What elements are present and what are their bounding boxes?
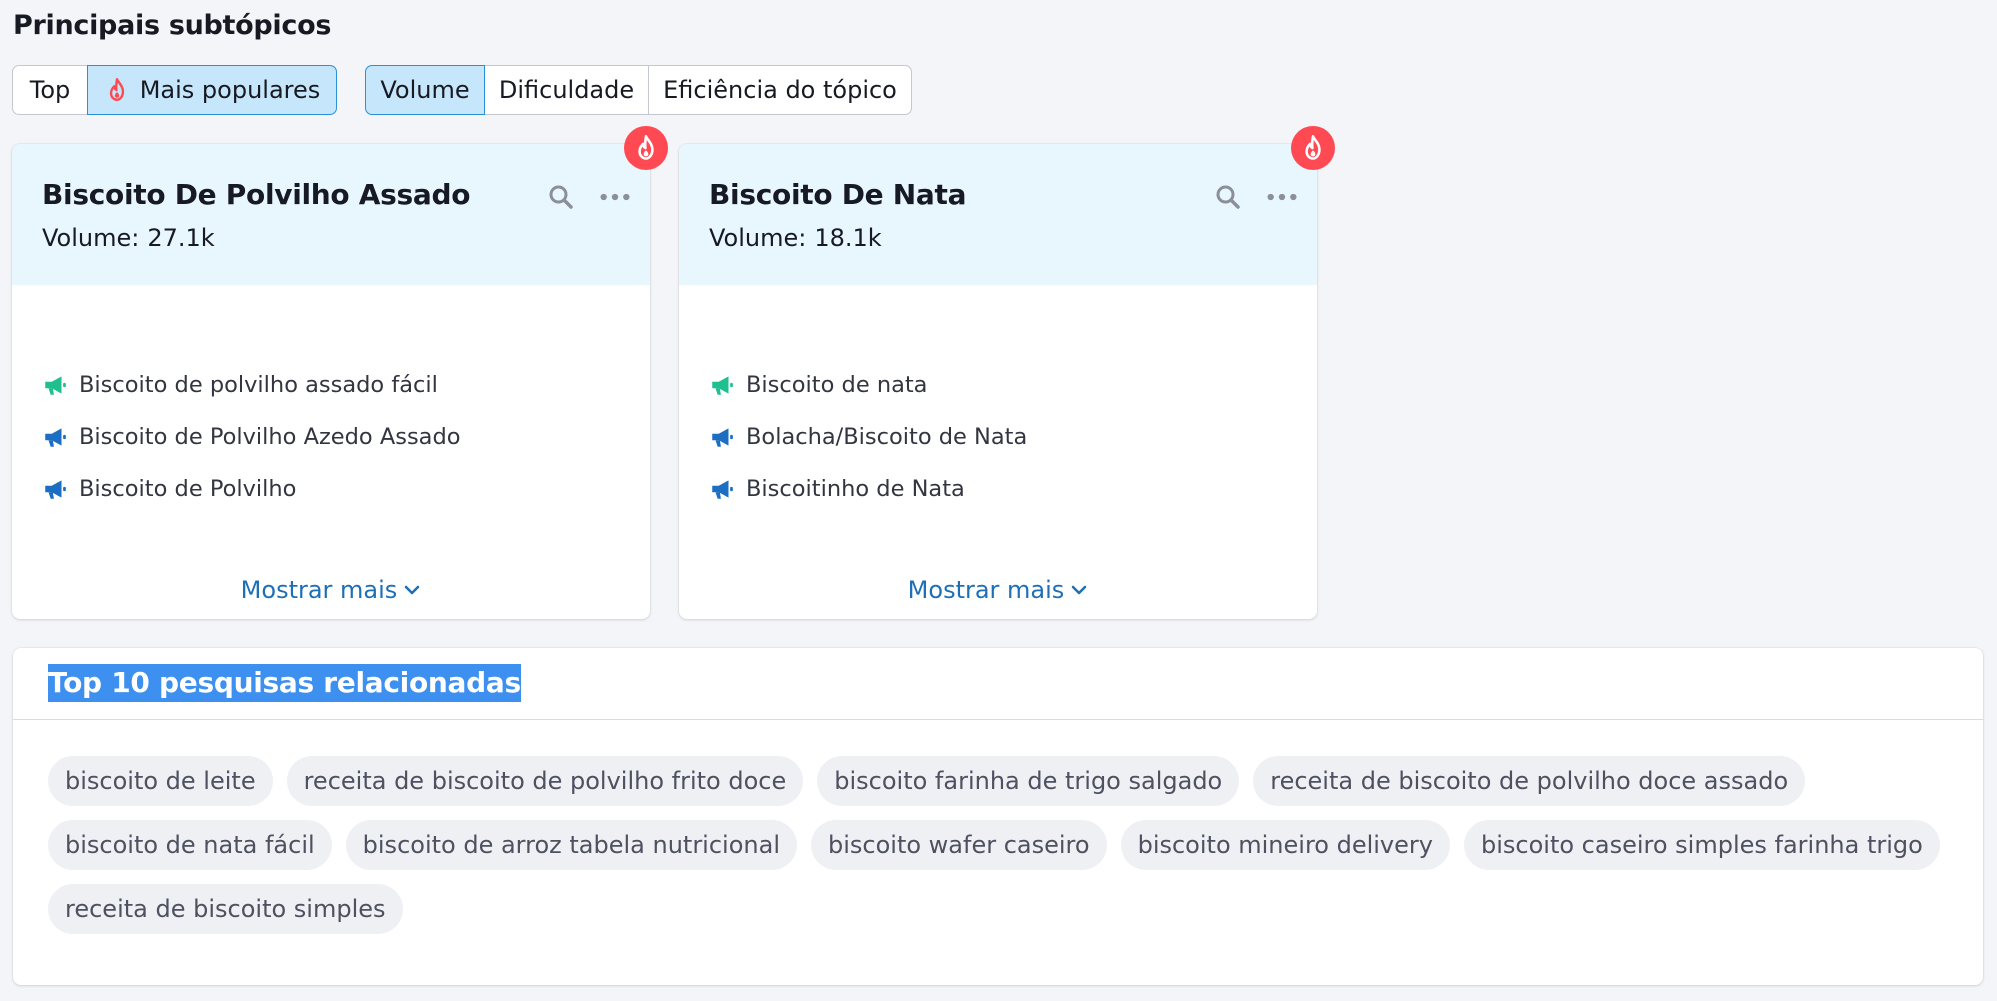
page: Principais subtópicos Top Mais populares… — [0, 0, 1997, 1001]
more-options-icon[interactable] — [598, 182, 632, 212]
related-searches-panel: Top 10 pesquisas relacionadas biscoito d… — [13, 648, 1983, 985]
card-volume: Volume: 18.1k — [709, 224, 882, 252]
tab-top-label: Top — [29, 76, 71, 104]
related-searches-header: Top 10 pesquisas relacionadas — [13, 648, 1983, 720]
sort-tabs: Top Mais populares — [12, 65, 337, 115]
show-more-button[interactable]: Mostrar mais — [12, 576, 650, 604]
page-title: Principais subtópicos — [13, 10, 332, 41]
card-volume: Volume: 27.1k — [42, 224, 215, 252]
search-tag[interactable]: biscoito de nata fácil — [48, 820, 332, 870]
show-more-label: Mostrar mais — [240, 576, 398, 604]
list-item-label: Biscoito de nata — [746, 372, 928, 398]
list-item-label: Biscoito de Polvilho — [79, 476, 297, 502]
tab-volume-label: Volume — [380, 76, 470, 104]
list-item[interactable]: Biscoito de nata — [709, 359, 1027, 411]
search-tag[interactable]: biscoito farinha de trigo salgado — [817, 756, 1240, 806]
search-tag[interactable]: biscoito wafer caseiro — [810, 820, 1107, 870]
card-title: Biscoito De Nata — [709, 178, 967, 211]
flame-icon — [1305, 135, 1321, 160]
search-tag[interactable]: biscoito de arroz tabela nutricional — [345, 820, 797, 870]
flame-icon — [109, 77, 124, 101]
card-header: Biscoito De Polvilho Assado Volume: 27.1k — [12, 144, 650, 285]
subtopic-card: Biscoito De Polvilho Assado Volume: 27.1k — [12, 126, 668, 619]
tab-volume[interactable]: Volume — [365, 65, 485, 115]
tab-top[interactable]: Top — [12, 65, 88, 115]
tab-eficiencia-label: Eficiência do tópico — [663, 76, 897, 104]
related-searches-tags: biscoito de leite receita de biscoito de… — [48, 756, 1948, 934]
chevron-down-icon — [405, 585, 420, 595]
search-icon[interactable] — [546, 182, 576, 212]
flame-icon — [638, 135, 654, 160]
chevron-down-icon — [1072, 585, 1087, 595]
search-icon[interactable] — [1213, 182, 1243, 212]
show-more-button[interactable]: Mostrar mais — [679, 576, 1317, 604]
volume-label: Volume: — [42, 224, 140, 252]
megaphone-icon — [712, 428, 733, 447]
trending-badge — [1291, 126, 1335, 170]
search-tag[interactable]: biscoito de leite — [48, 756, 273, 806]
search-tag[interactable]: receita de biscoito de polvilho frito do… — [286, 756, 804, 806]
search-tag[interactable]: receita de biscoito simples — [48, 884, 403, 934]
list-item[interactable]: Biscoito de Polvilho — [42, 463, 461, 515]
search-tag[interactable]: biscoito caseiro simples farinha trigo — [1463, 820, 1940, 870]
list-item[interactable]: Biscoito de Polvilho Azedo Assado — [42, 411, 461, 463]
list-item-label: Biscoitinho de Nata — [746, 476, 965, 502]
list-item[interactable]: Biscoitinho de Nata — [709, 463, 1027, 515]
search-tag[interactable]: biscoito mineiro delivery — [1120, 820, 1450, 870]
megaphone-icon — [45, 428, 66, 447]
related-searches-title: Top 10 pesquisas relacionadas — [48, 664, 521, 702]
megaphone-icon — [712, 480, 733, 499]
list-item[interactable]: Bolacha/Biscoito de Nata — [709, 411, 1027, 463]
tab-mais-populares[interactable]: Mais populares — [87, 65, 337, 115]
tab-eficiencia[interactable]: Eficiência do tópico — [648, 65, 912, 115]
megaphone-icon — [45, 376, 66, 395]
search-tag[interactable]: receita de biscoito de polvilho doce ass… — [1253, 756, 1806, 806]
more-options-icon[interactable] — [1265, 182, 1299, 212]
tab-dificuldade-label: Dificuldade — [498, 76, 635, 104]
card-header: Biscoito De Nata Volume: 18.1k — [679, 144, 1317, 285]
tab-dificuldade[interactable]: Dificuldade — [484, 65, 649, 115]
card-title: Biscoito De Polvilho Assado — [42, 178, 471, 211]
subtopic-list: Biscoito de polvilho assado fácil Biscoi… — [42, 359, 461, 515]
megaphone-icon — [712, 376, 733, 395]
list-item[interactable]: Biscoito de polvilho assado fácil — [42, 359, 461, 411]
subtopic-list: Biscoito de nata Bolacha/Biscoito de Nat… — [709, 359, 1027, 515]
volume-value: 27.1k — [147, 224, 215, 252]
show-more-label: Mostrar mais — [907, 576, 1065, 604]
trending-badge — [624, 126, 668, 170]
list-item-label: Bolacha/Biscoito de Nata — [746, 424, 1028, 450]
tab-mais-populares-label: Mais populares — [139, 76, 321, 104]
metric-tabs: Volume Dificuldade Eficiência do tópico — [365, 65, 912, 115]
list-item-label: Biscoito de polvilho assado fácil — [79, 372, 438, 398]
subtopic-card: Biscoito De Nata Volume: 18.1k Biscoito … — [679, 126, 1335, 619]
megaphone-icon — [45, 480, 66, 499]
volume-label: Volume: — [709, 224, 807, 252]
list-item-label: Biscoito de Polvilho Azedo Assado — [79, 424, 461, 450]
volume-value: 18.1k — [814, 224, 882, 252]
